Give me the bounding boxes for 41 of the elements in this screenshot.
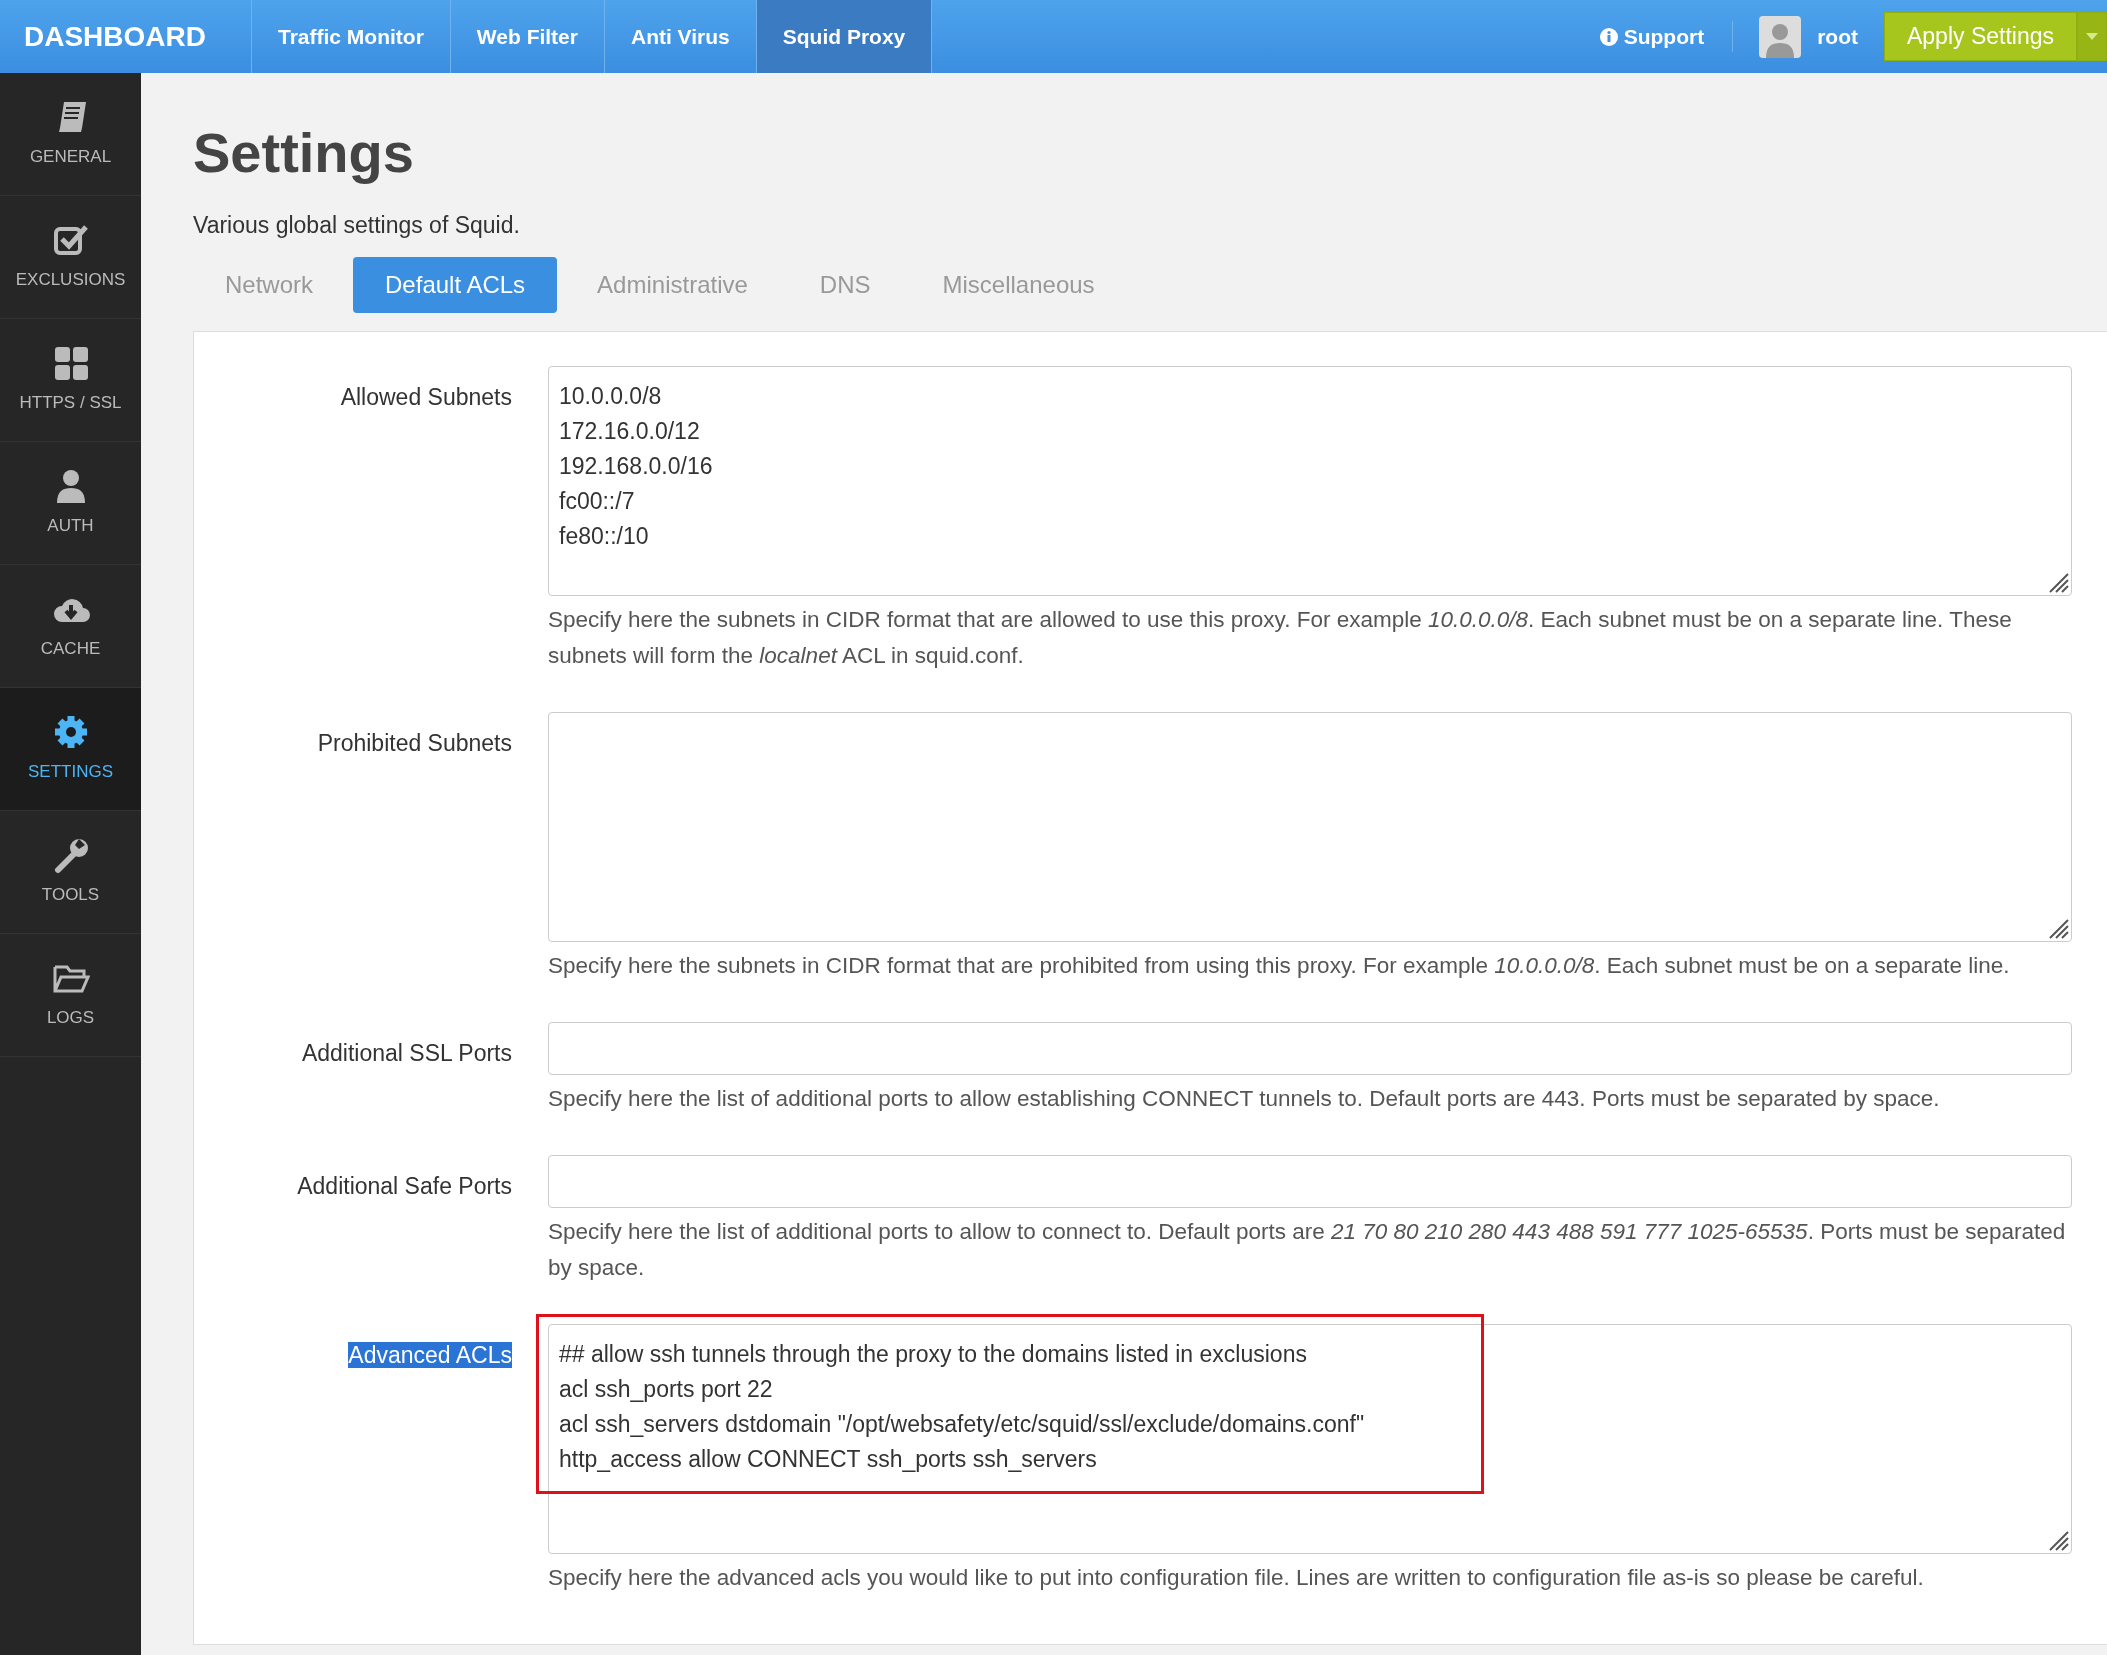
nav-tab[interactable]: Traffic Monitor xyxy=(252,0,451,73)
help-text: Specify here the subnets in CIDR format that are allowed to use this proxy. For example 10.0.0.0/8. Each subnet must be on a separate line. These subnets will form the localnet ACL in squid.conf. xyxy=(548,605,2013,670)
sidebar-item[interactable]: GENERAL xyxy=(0,73,141,196)
resize-handle-icon[interactable] xyxy=(2047,1528,2069,1551)
tab[interactable]: Default ACLs xyxy=(353,256,558,313)
text-area[interactable]: ## allow ssh tunnels through the proxy to the domains listed in exclusions acl ssh_ports port 22 acl ssh_servers dstdomain "/opt/websafety/etc/squid/ssl/exclude/domains.conf" http_access allow CONNECT ssh_ports ssh_servers xyxy=(548,1323,2072,1554)
field-label: Additional Safe Ports xyxy=(297,1172,512,1199)
field-label: Allowed Subnets xyxy=(340,383,512,410)
support-link[interactable]: Support xyxy=(1571,20,1734,53)
resize-handle-icon[interactable] xyxy=(2047,916,2069,939)
sidebar-item[interactable]: EXCLUSIONS xyxy=(0,196,141,319)
help-text: Specify here the list of additional ports to allow establishing CONNECT tunnels to. Default ports are 443. Ports must be separated by space. xyxy=(548,1084,1941,1113)
sidebar-item[interactable]: LOGS xyxy=(0,934,141,1057)
sidebar-item[interactable]: HTTPS / SSL xyxy=(0,319,141,442)
user-name[interactable]: root xyxy=(1817,20,1858,53)
sidebar-item[interactable]: SETTINGS xyxy=(0,688,141,811)
resize-handle-icon[interactable] xyxy=(2047,570,2069,593)
tab[interactable]: Administrative xyxy=(565,256,780,313)
tab[interactable]: Miscellaneous xyxy=(910,256,1127,313)
field-label: Prohibited Subnets xyxy=(317,729,512,756)
help-text: Specify here the list of additional ports to allow to connect to. Default ports are 21 70 80 210 280 443 488 591 777 1025-65535. Ports must be separated by space. xyxy=(548,1217,2067,1282)
nav-tab[interactable]: Squid Proxy xyxy=(756,0,933,73)
text-area[interactable]: 10.0.0.0/8 172.16.0.0/12 192.168.0.0/16 fc00::/7 fe80::/10 xyxy=(548,365,2072,596)
info-icon xyxy=(1599,27,1618,46)
sidebar-item[interactable]: AUTH xyxy=(0,442,141,565)
text-input[interactable] xyxy=(548,1021,2072,1075)
nav-tab[interactable]: Web Filter xyxy=(450,0,605,73)
tab[interactable]: DNS xyxy=(787,256,903,313)
avatar-icon xyxy=(1759,15,1802,58)
field-label: Additional SSL Ports xyxy=(301,1039,512,1066)
sidebar-item[interactable]: TOOLS xyxy=(0,811,141,934)
text-input[interactable] xyxy=(548,1154,2072,1208)
caret-icon xyxy=(2086,32,2098,41)
page-subtitle: Various global settings of Squid. xyxy=(193,211,521,241)
dropdown-caret-button[interactable] xyxy=(2077,12,2107,61)
nav-tab[interactable]: Anti Virus xyxy=(604,0,757,73)
help-text: Specify here the subnets in CIDR format that are prohibited from using this proxy. For example 10.0.0.0/8. Each subnet must be on a separate line. xyxy=(548,951,2011,980)
tab[interactable]: Network xyxy=(193,256,346,313)
page-title: Settings xyxy=(193,120,415,186)
field-label: Advanced ACLs xyxy=(348,1341,512,1368)
help-text: Specify here the advanced acls you would like to put into configuration file. Lines are written to configuration file as-is so please be careful. xyxy=(548,1563,1925,1592)
